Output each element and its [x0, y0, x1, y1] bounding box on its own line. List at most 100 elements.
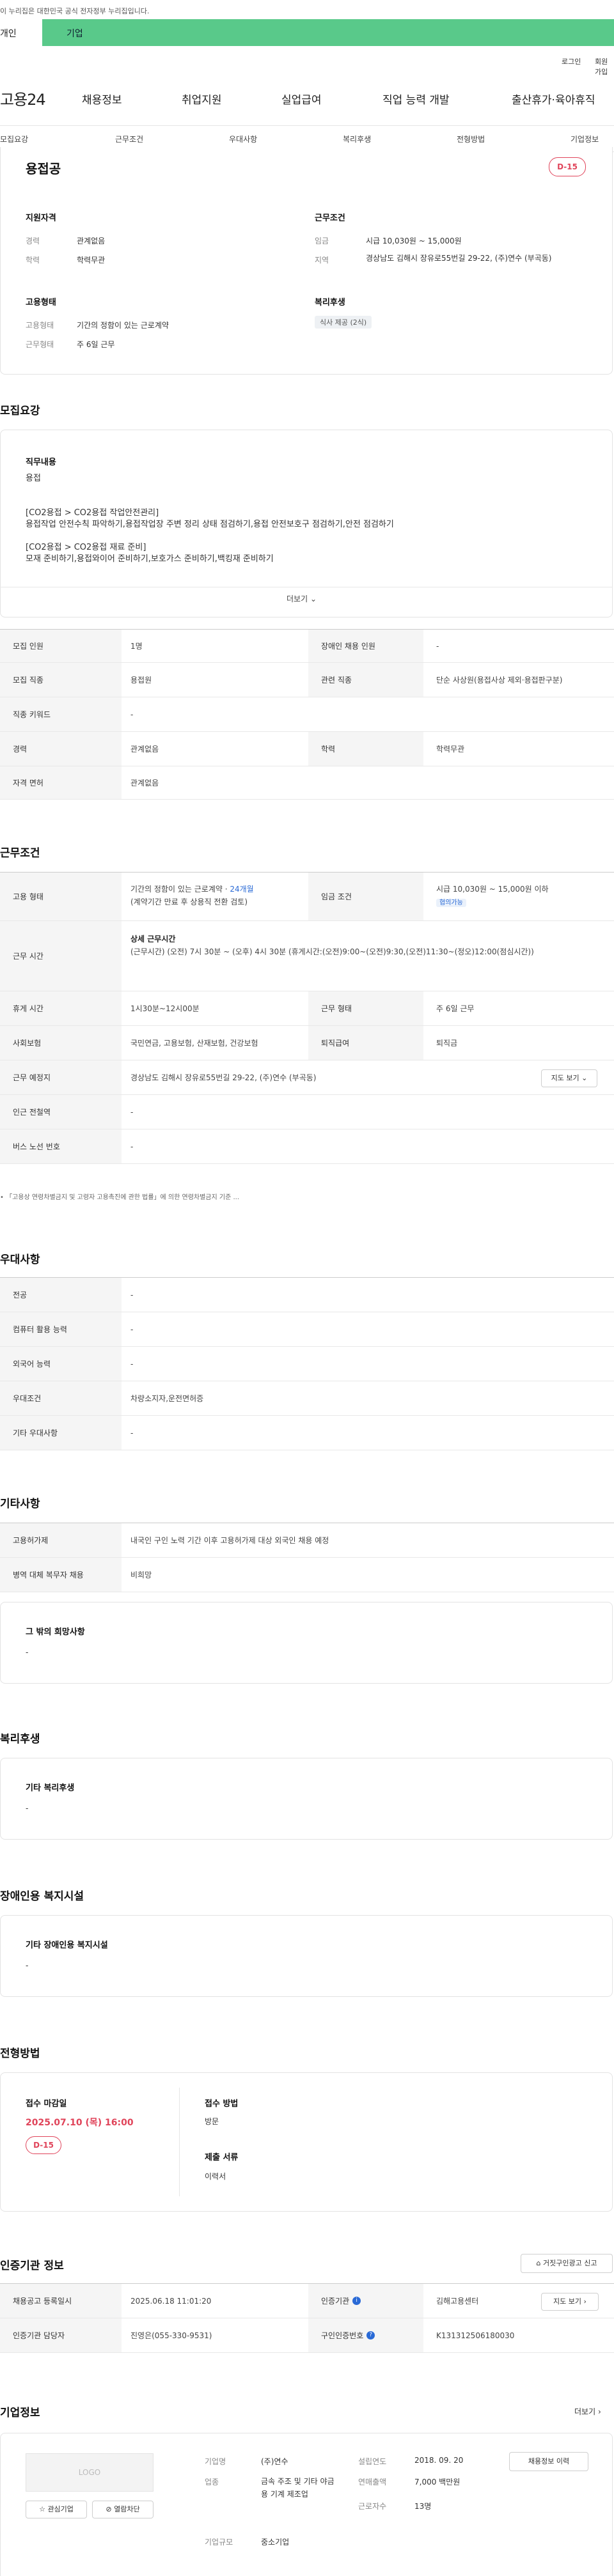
- report-fake-ad-button[interactable]: ⌂ 거짓구인광고 신고: [521, 2254, 613, 2273]
- table-row: 모집 직종 용접원 관련 직종 단순 사상원(용접사상 제외·용접판구분): [0, 663, 614, 697]
- company-more-link[interactable]: 더보기 ›: [574, 2406, 601, 2417]
- cell-header: 근무 예정지: [0, 1060, 122, 1094]
- hope-heading: 그 밖의 희망사항: [26, 1627, 85, 1637]
- signup-link[interactable]: 회원가입: [595, 56, 614, 77]
- star-icon: ☆: [39, 2505, 45, 2513]
- cell-value: 내국인 구인 노력 기간 이후 고용허가제 대상 외국인 채용 예정: [130, 1536, 329, 1545]
- cell-value: 진영은(055-330-9531): [130, 2331, 212, 2340]
- pref-table: 전공 - 컴퓨터 활용 능력 - 외국어 능력 - 우대조건 차량소지자,운전면허증 기…: [0, 1277, 614, 1450]
- cell-value: 1시30분~12시00분: [130, 1004, 200, 1013]
- cell-header: 고용 형태: [0, 873, 122, 920]
- table-row: 모집 인원 1명 장애인 채용 인원 -: [0, 630, 614, 663]
- chevron-right-icon: ›: [583, 2297, 586, 2306]
- hope-value: -: [26, 1648, 29, 1657]
- nav-process[interactable]: 전형방법: [457, 134, 485, 144]
- deadline-heading: 접수 마감일: [26, 2099, 67, 2109]
- duty-line: [CO2용접 > CO2용접 재료 준비]: [26, 543, 146, 552]
- gnb-job-training[interactable]: 직업 능력 개발: [382, 91, 450, 107]
- cell-value: -: [130, 710, 134, 719]
- welfare-other-value: -: [26, 1804, 29, 1813]
- info-icon[interactable]: i: [352, 2297, 361, 2305]
- table-row: 사회보험 국민연금, 고용보험, 산재보험, 건강보험 퇴직급여 퇴직금: [0, 1026, 614, 1060]
- company-logo-placeholder: LOGO: [26, 2453, 154, 2492]
- nav-pref[interactable]: 우대사항: [229, 134, 257, 144]
- cert-map-button[interactable]: 지도 보기 ›: [541, 2293, 599, 2311]
- cell-value: 관계없음: [130, 745, 159, 754]
- cell-header: 컴퓨터 활용 능력: [0, 1312, 122, 1346]
- nav-workcond[interactable]: 근무조건: [115, 134, 143, 144]
- company-section-title: 기업정보: [0, 2407, 40, 2419]
- table-row: 기타 우대사항 -: [0, 1416, 614, 1450]
- cell-value: -: [130, 1142, 134, 1151]
- cert-section-title: 인증기관 정보: [0, 2260, 64, 2272]
- negotiable-tag: 협의가능: [436, 899, 466, 907]
- table-row: 고용허가제 내국인 구인 노력 기간 이후 고용허가제 대상 외국인 채용 예정: [0, 1523, 614, 1558]
- nav-company[interactable]: 기업정보: [571, 134, 599, 144]
- cell-value: 경상남도 김해시 장유로55번길 29-22, (주)연수 (부곡동): [130, 1073, 317, 1082]
- login-link[interactable]: 로그인: [562, 56, 581, 66]
- site-logo[interactable]: 고용24: [0, 87, 46, 109]
- map-button-label: 지도 보기: [551, 1074, 579, 1082]
- employees-label: 근로자수: [358, 2502, 387, 2511]
- dday-badge: D-15: [549, 157, 586, 176]
- interest-company-button[interactable]: ☆ 관심기업: [26, 2501, 87, 2518]
- block-view-button[interactable]: ⊘ 열람차단: [92, 2501, 154, 2518]
- cell-header: 모집 인원: [0, 630, 122, 662]
- gnb-employment-support[interactable]: 취업지원: [182, 91, 222, 107]
- cell-value: -: [130, 1107, 134, 1117]
- nav-welfare[interactable]: 복리후생: [343, 134, 371, 144]
- report-button-label: 거짓구인광고 신고: [543, 2259, 597, 2267]
- founded-value: 2018. 09. 20: [414, 2456, 464, 2465]
- gnb-parental-leave[interactable]: 출산휴가·육아휴직: [512, 91, 595, 107]
- table-row: 휴게 시간 1시30분~12시00분 근무 형태 주 6일 근무: [0, 991, 614, 1026]
- workcond-table: 고용 형태 기간의 정함이 있는 근로계약 · 24개월 (계약기간 만료 후 …: [0, 872, 614, 1164]
- map-button[interactable]: 지도 보기 ⌄: [541, 1069, 597, 1087]
- gnb-jobs[interactable]: 채용정보: [82, 91, 122, 107]
- gnb-unemployment-benefit[interactable]: 실업급여: [281, 91, 322, 107]
- tab-corporate[interactable]: 기업: [67, 27, 83, 40]
- cell-header: 구인인증번호?: [308, 2318, 423, 2352]
- wage-label: 임금: [315, 237, 329, 245]
- welfare-other-heading: 기타 복리후생: [26, 1783, 75, 1793]
- process-section-title: 전형방법: [0, 2047, 40, 2060]
- hope-card: [0, 1602, 613, 1684]
- table-row: 근무 예정지 경상남도 김해시 장유로55번길 29-22, (주)연수 (부곡…: [0, 1060, 614, 1095]
- duty-line: [26, 485, 588, 496]
- cell-header: 퇴직급여: [308, 1026, 423, 1060]
- company-size-value: 중소기업: [261, 2538, 290, 2547]
- cell-header: 휴게 시간: [0, 991, 122, 1025]
- workcond-section-title: 근무조건: [0, 847, 40, 860]
- emp-heading: 고용형태: [26, 298, 56, 307]
- table-row: 버스 노선 번호 -: [0, 1129, 614, 1164]
- table-row: 직종 키워드 -: [0, 697, 614, 732]
- nav-recruit[interactable]: 모집요강: [0, 134, 28, 144]
- recruit-section-title: 모집요강: [0, 405, 40, 417]
- emptype-value: 기간의 정함이 있는 근로계약: [77, 321, 169, 330]
- duty-heading: 직무내용: [26, 458, 56, 467]
- recruit-table: 모집 인원 1명 장애인 채용 인원 - 모집 직종 용접원 관련 직종 단순 …: [0, 629, 614, 800]
- cell-header-label: 구인인증번호: [321, 2331, 364, 2340]
- cell-value: 국민연금, 고용보험, 산재보험, 건강보험: [130, 1039, 258, 1048]
- help-icon[interactable]: ?: [366, 2331, 375, 2339]
- company-name-label: 기업명: [205, 2457, 226, 2466]
- employees-value: 13명: [414, 2502, 432, 2511]
- job-history-button[interactable]: 채용정보 이력: [509, 2452, 588, 2471]
- tab-individual[interactable]: 개인: [0, 19, 42, 46]
- duty-line: [CO2용접 > CO2용접 작업안전관리]: [26, 508, 159, 518]
- cell-header: 관련 직종: [308, 663, 423, 697]
- duty-line: 용접작업 안전수칙 파악하기,용접작업장 주변 정리 상태 점검하기,용접 안전…: [26, 520, 394, 529]
- cell-header: 버스 노선 번호: [0, 1129, 122, 1163]
- cell-value: -: [130, 1428, 134, 1438]
- table-row: 채용공고 등록일시 2025.06.18 11:01:20 인증기관 i 김해고용…: [0, 2284, 614, 2318]
- cell-value: -: [436, 641, 439, 651]
- map-button-label: 지도 보기: [553, 2297, 582, 2306]
- duty-line: 용접: [26, 474, 41, 483]
- more-button[interactable]: 더보기 ⌄: [287, 593, 317, 604]
- method-heading: 접수 방법: [205, 2099, 239, 2109]
- hours-label: 근무형태: [26, 340, 54, 349]
- cell-header: 전공: [0, 1278, 122, 1312]
- emp-type-text: 기간의 정함이 있는 근로계약 ·: [130, 885, 230, 894]
- table-row: 근무 시간 상세 근무시간 (근무시간) (오전) 7시 30분 ~ (오후) …: [0, 921, 614, 991]
- edu-value: 학력무관: [77, 256, 106, 265]
- duty-line: 모재 준비하기,용접와이어 준비하기,보호가스 준비하기,백킹재 준비하기: [26, 554, 274, 564]
